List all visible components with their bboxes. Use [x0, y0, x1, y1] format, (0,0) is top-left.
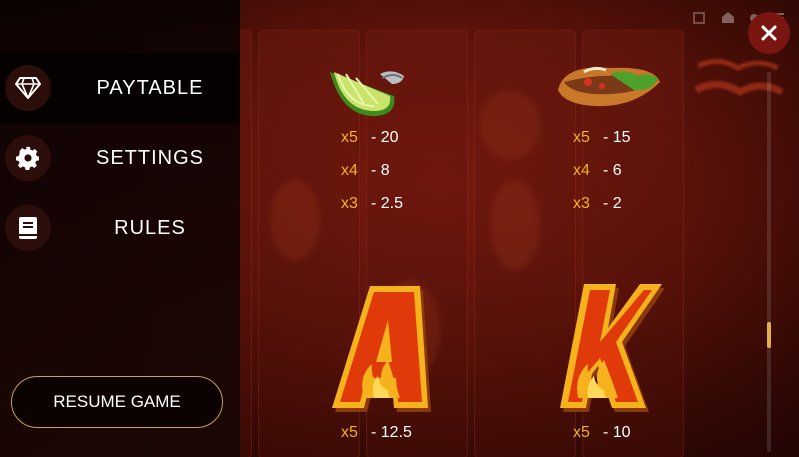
paytable-row: x4 - 8 — [341, 162, 390, 180]
taco-icon — [554, 60, 664, 112]
paytable-row: x5 - 20 — [341, 129, 399, 147]
payout-value: - 20 — [371, 129, 399, 146]
paytable-panel: x5 - 20 x4 - 8 x3 - 2.5 x5 - 15 x4 - 6 x… — [240, 0, 799, 457]
scrollbar-thumb[interactable] — [767, 322, 771, 348]
menu-item-label: PAYTABLE — [96, 76, 204, 99]
close-button[interactable] — [748, 12, 790, 54]
letter-k-icon — [554, 280, 665, 416]
side-menu: PAYTABLE SETTINGS RULES RESUME GAME — [0, 0, 240, 457]
resume-game-button[interactable]: RESUME GAME — [11, 376, 223, 428]
multiplier: x3 — [573, 195, 590, 212]
menu-item-label: RULES — [114, 216, 186, 239]
payout-value: - 10 — [603, 424, 631, 441]
paytable-row: x5 - 10 — [573, 424, 631, 442]
scrollbar-track[interactable] — [767, 72, 771, 452]
book-icon — [5, 205, 51, 251]
multiplier: x5 — [573, 424, 590, 441]
paytable-row: x5 - 15 — [573, 129, 631, 147]
multiplier: x3 — [341, 195, 358, 212]
multiplier: x5 — [341, 129, 358, 146]
paytable-row: x5 - 12.5 — [341, 424, 412, 442]
menu-item-settings[interactable]: SETTINGS — [0, 123, 240, 193]
game-screen: PAYTABLE SETTINGS RULES RESUME GAME x5 -… — [0, 0, 799, 457]
menu-item-paytable[interactable]: PAYTABLE — [0, 53, 240, 123]
multiplier: x4 — [573, 162, 590, 179]
multiplier: x5 — [573, 129, 590, 146]
paytable-row: x3 - 2.5 — [341, 195, 403, 213]
lime-icon — [322, 58, 412, 120]
payout-value: - 12.5 — [371, 424, 412, 441]
menu-item-label: SETTINGS — [95, 146, 204, 169]
payout-value: - 2.5 — [371, 195, 404, 212]
multiplier: x4 — [341, 162, 358, 179]
payout-value: - 15 — [603, 129, 631, 146]
gear-icon — [5, 135, 51, 181]
close-icon — [761, 25, 777, 41]
payout-value: - 6 — [603, 162, 622, 179]
letter-a-icon — [324, 280, 434, 416]
menu-item-rules[interactable]: RULES — [0, 193, 240, 263]
multiplier: x5 — [341, 424, 358, 441]
payout-value: - 2 — [603, 195, 622, 212]
diamond-icon — [5, 65, 51, 111]
paytable-row: x3 - 2 — [573, 195, 622, 213]
paytable-row: x4 - 6 — [573, 162, 622, 180]
payout-value: - 8 — [371, 162, 390, 179]
